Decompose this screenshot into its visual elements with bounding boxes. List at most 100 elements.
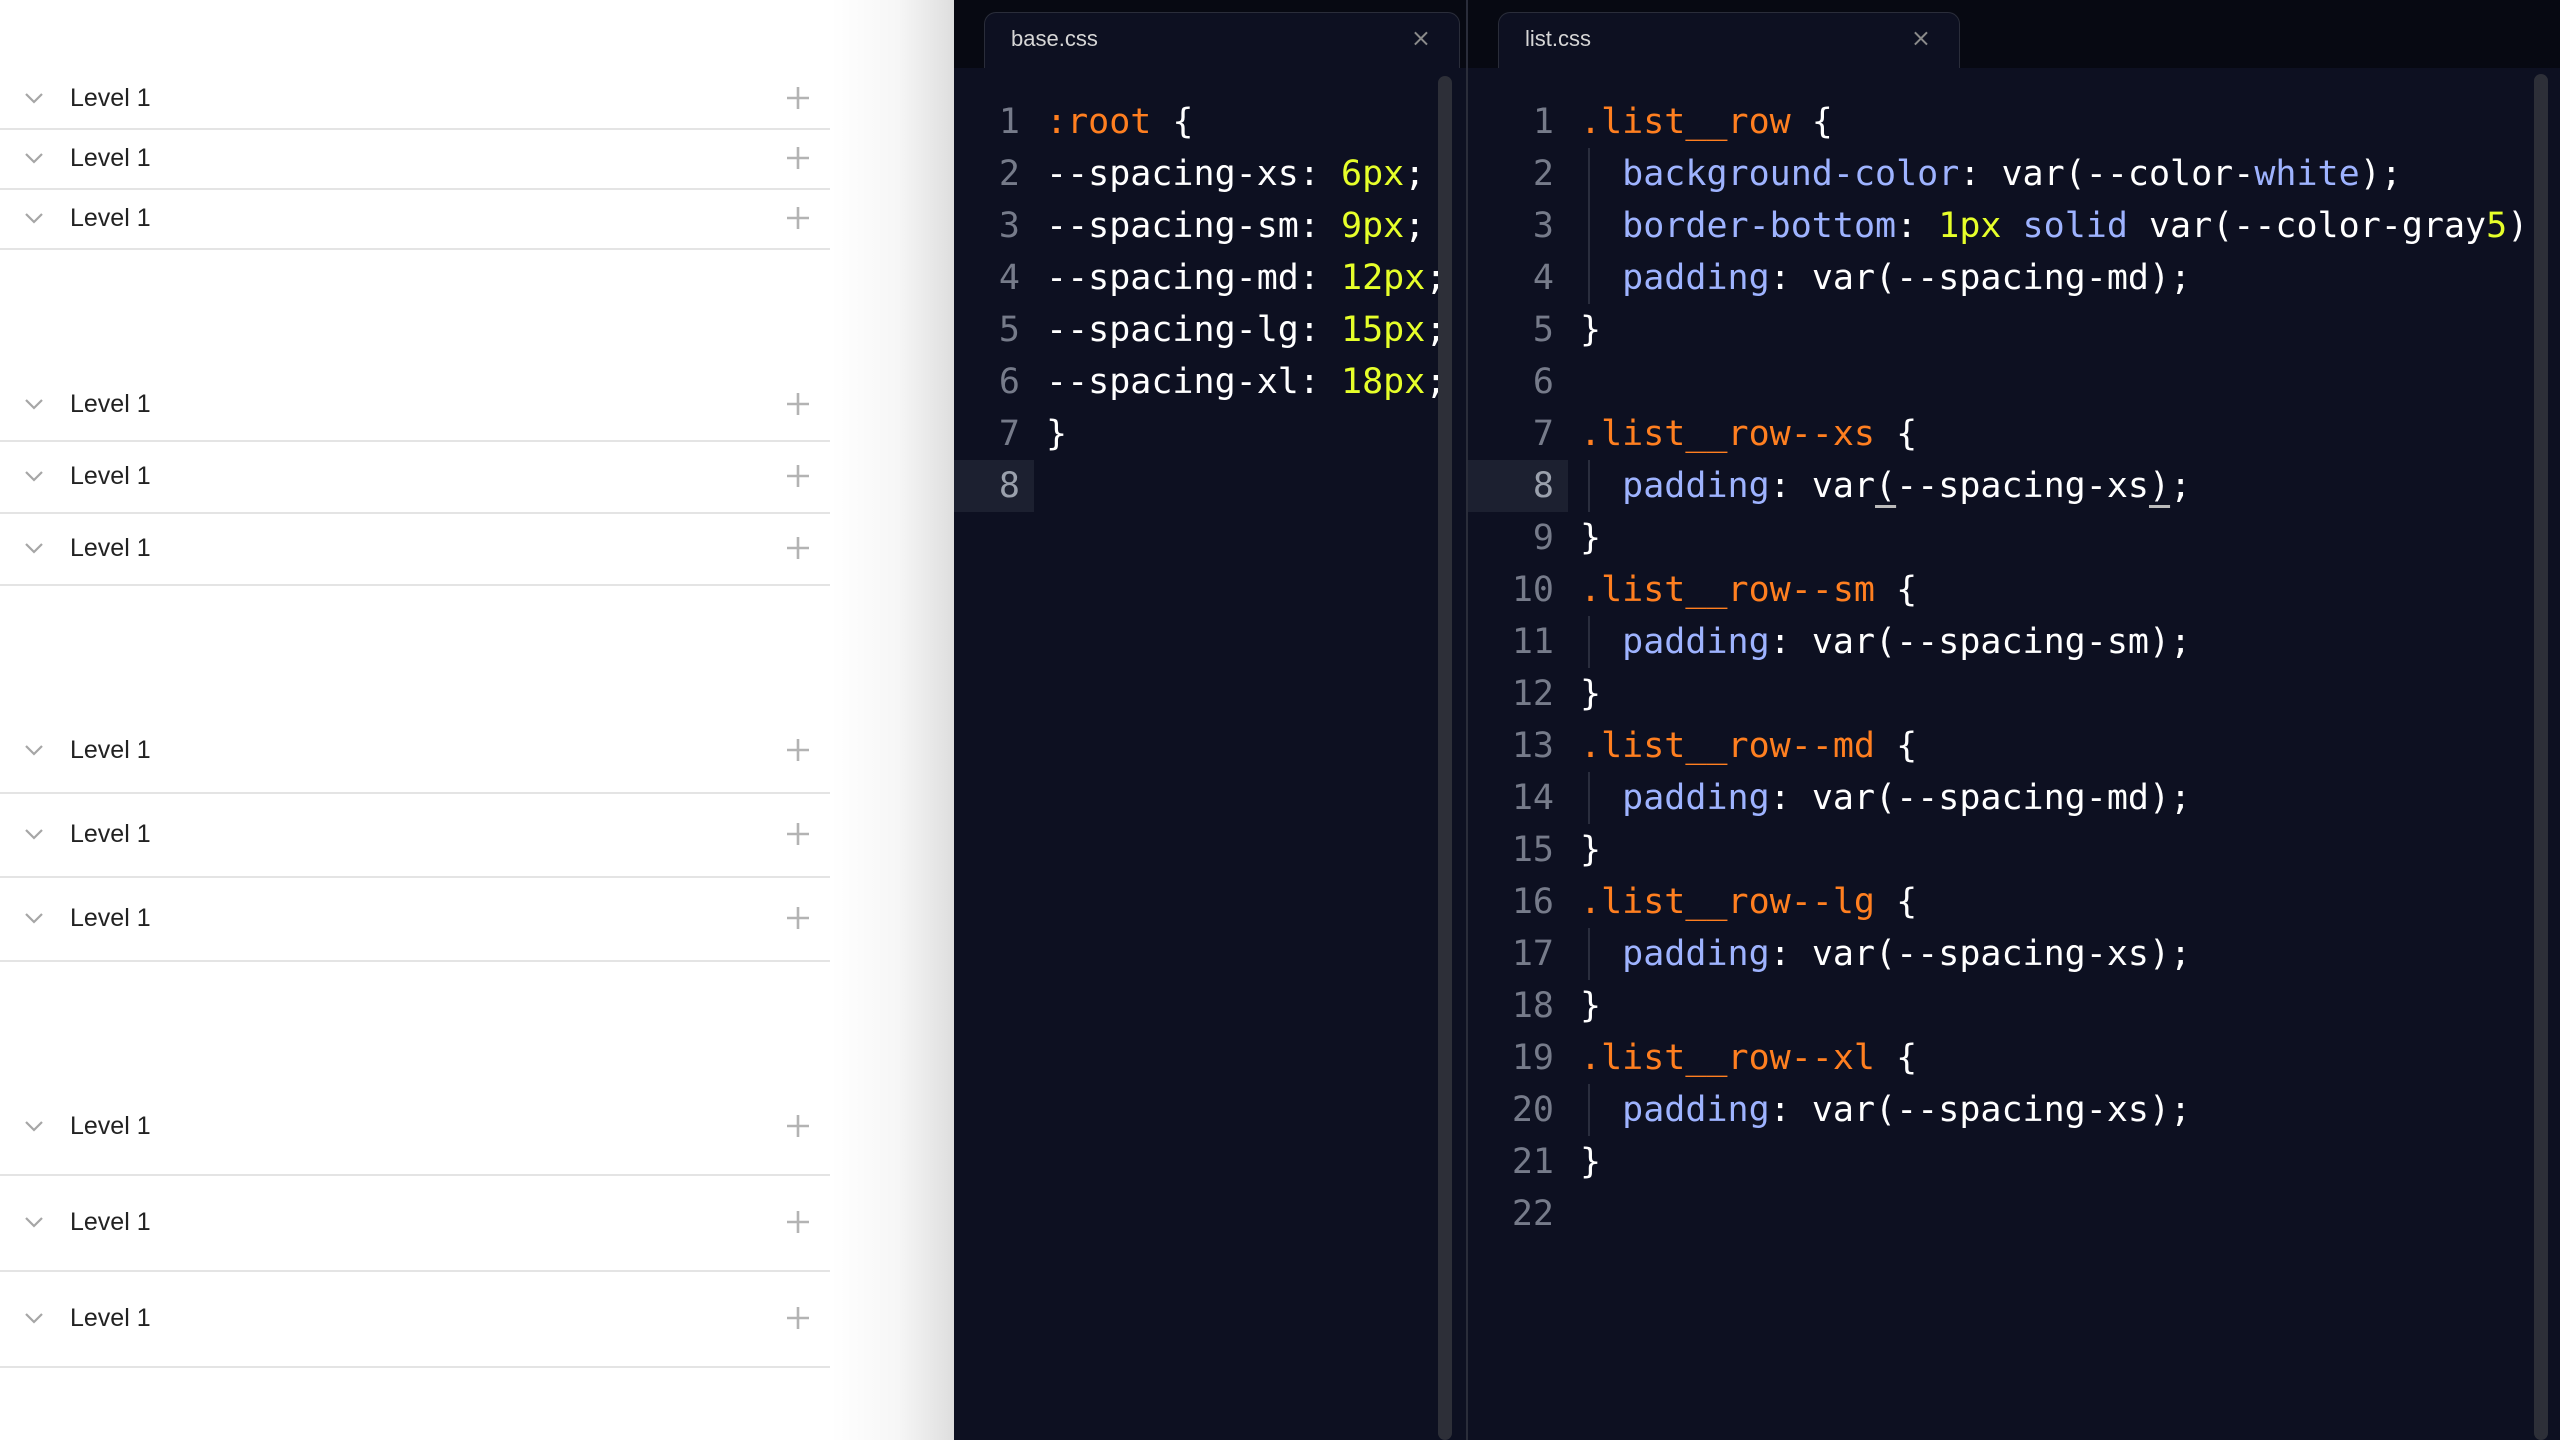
close-icon[interactable]: ×: [1411, 24, 1431, 52]
line-number: 4: [1532, 258, 1554, 298]
list-row-xs[interactable]: Level 1: [0, 70, 830, 130]
code-line: --spacing-md: 12px;: [1046, 252, 1446, 304]
code-line: .list__row--lg {: [1580, 876, 1917, 928]
code-line: }: [1580, 668, 1601, 720]
list-row-xs[interactable]: Level 1: [0, 190, 830, 250]
line-number: 13: [1511, 726, 1554, 766]
code-token: );: [2359, 154, 2402, 194]
code-line: --spacing-xl: 18px;: [1046, 356, 1446, 408]
line-number: 5: [1532, 310, 1554, 350]
code-line: padding: var(--spacing-md);: [1580, 252, 2191, 304]
code-line: }: [1580, 512, 1601, 564]
row-label: Level 1: [70, 1112, 151, 1140]
code-line: }: [1580, 1136, 1601, 1188]
editor-pane-base-css[interactable]: 1:root {2 --spacing-xs: 6px; 3 --spacing-sm…: [954, 68, 1466, 1440]
list-row-xl[interactable]: Level 1: [0, 1272, 830, 1368]
vertical-scrollbar[interactable]: [1438, 76, 1452, 1440]
code-line: padding: var(--spacing-sm);: [1580, 616, 2191, 668]
chevron-down-icon[interactable]: [24, 466, 44, 486]
chevron-down-icon[interactable]: [24, 740, 44, 760]
plus-icon[interactable]: [786, 738, 810, 762]
preview-shadow: [830, 0, 954, 1440]
code-line: }: [1580, 824, 1601, 876]
tab-bar: base.css × list.css ×: [954, 0, 2560, 68]
chevron-down-icon[interactable]: [24, 908, 44, 928]
line-number: 2: [1532, 154, 1554, 194]
close-icon[interactable]: ×: [1911, 24, 1931, 52]
row-label: Level 1: [70, 820, 151, 848]
plus-icon[interactable]: [786, 1210, 810, 1234]
tab-base-css[interactable]: base.css ×: [984, 12, 1460, 68]
chevron-down-icon[interactable]: [24, 88, 44, 108]
code-line: --spacing-lg: 15px;: [1046, 304, 1446, 356]
code-token: background-color: [1622, 154, 1960, 194]
tab-list-css[interactable]: list.css ×: [1498, 12, 1960, 68]
tab-label: list.css: [1525, 26, 1591, 51]
plus-icon[interactable]: [786, 146, 810, 170]
code-token: : var(--spacing-md);: [1769, 778, 2192, 818]
chevron-down-icon[interactable]: [24, 1116, 44, 1136]
code-token: : var(--spacing-xs);: [1769, 934, 2192, 974]
line-number: 5: [998, 310, 1020, 350]
list-row-xl[interactable]: Level 1: [0, 1080, 830, 1176]
line-number: 18: [1511, 986, 1554, 1026]
list-row-xs[interactable]: Level 1: [0, 130, 830, 190]
list-row-sm[interactable]: Level 1: [0, 514, 830, 586]
code-token: --spacing-sm:: [1046, 206, 1342, 246]
line-number: 6: [998, 362, 1020, 402]
list-row-md[interactable]: Level 1: [0, 710, 830, 794]
code-token: padding: [1622, 466, 1770, 506]
chevron-down-icon[interactable]: [24, 208, 44, 228]
plus-icon[interactable]: [786, 392, 810, 416]
row-label: Level 1: [70, 904, 151, 932]
list-row-md[interactable]: Level 1: [0, 794, 830, 878]
code-token: }: [1580, 830, 1602, 870]
code-token: }: [1580, 310, 1602, 350]
plus-icon[interactable]: [786, 464, 810, 488]
code-token: ;: [1404, 206, 1426, 246]
chevron-down-icon[interactable]: [24, 1308, 44, 1328]
line-number: 2: [998, 154, 1020, 194]
code-token: padding: [1622, 258, 1770, 298]
line-number: 14: [1511, 778, 1554, 818]
list-row-sm[interactable]: Level 1: [0, 442, 830, 514]
code-line: padding: var(--spacing-xs);: [1580, 460, 2191, 512]
plus-icon[interactable]: [786, 1114, 810, 1138]
plus-icon[interactable]: [786, 906, 810, 930]
editor-pane-list-css[interactable]: 1 .list__row {2 background-color: var(--c…: [1468, 68, 2560, 1440]
vertical-scrollbar[interactable]: [2534, 74, 2548, 1440]
plus-icon[interactable]: [786, 822, 810, 846]
chevron-down-icon[interactable]: [24, 394, 44, 414]
chevron-down-icon[interactable]: [24, 1212, 44, 1232]
line-number: 21: [1511, 1142, 1554, 1182]
code-token: : var(--spacing-sm);: [1769, 622, 2192, 662]
list-row-xl[interactable]: Level 1: [0, 1176, 830, 1272]
code-token: 12px: [1341, 258, 1426, 298]
code-token: : var(--spacing-xs);: [1769, 1090, 2192, 1130]
line-number: 3: [998, 206, 1020, 246]
chevron-down-icon[interactable]: [24, 538, 44, 558]
list-row-sm[interactable]: Level 1: [0, 370, 830, 442]
plus-icon[interactable]: [786, 1306, 810, 1330]
code-token: solid: [2022, 206, 2128, 246]
code-token: 15px: [1341, 310, 1426, 350]
line-number: 1: [1532, 102, 1554, 142]
code-token: 9px: [1341, 206, 1405, 246]
code-line: }: [1580, 980, 1601, 1032]
code-token: 5: [2486, 206, 2508, 246]
list-row-md[interactable]: Level 1: [0, 878, 830, 962]
chevron-down-icon[interactable]: [24, 148, 44, 168]
code-token: .list__row--md: [1580, 726, 1876, 766]
plus-icon[interactable]: [786, 536, 810, 560]
plus-icon[interactable]: [786, 206, 810, 230]
chevron-down-icon[interactable]: [24, 824, 44, 844]
plus-icon[interactable]: [786, 86, 810, 110]
code-token: :root: [1046, 102, 1152, 142]
code-token: 6px: [1341, 154, 1405, 194]
list-preview: Level 1 Level 1 Level 1 Level 1 Level 1 Level…: [0, 0, 954, 1440]
